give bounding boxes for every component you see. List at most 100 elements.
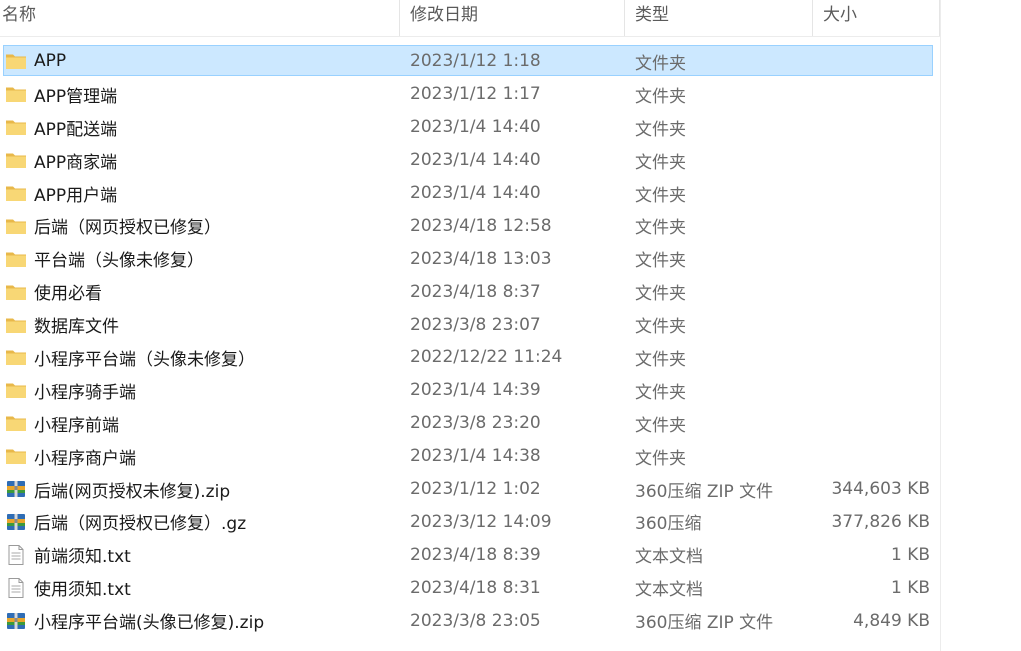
file-name: APP用户端 <box>34 185 118 206</box>
folder-icon <box>5 50 27 72</box>
file-date: 2023/1/4 14:40 <box>410 117 541 138</box>
file-row[interactable]: 小程序平台端(头像已修复).zip 2023/3/8 23:05 360压缩 ZIP… <box>0 604 940 637</box>
file-row[interactable]: 前端须知.txt 2023/4/18 8:39 文本文档 1 KB <box>0 538 940 571</box>
file-type: 文件夹 <box>635 448 686 469</box>
file-type: 文件夹 <box>635 53 686 74</box>
file-name-cell[interactable]: 小程序商户端 <box>0 444 400 469</box>
file-date: 2023/4/18 13:03 <box>410 248 552 269</box>
file-row[interactable]: 后端(网页授权未修复).zip 2023/1/12 1:02 360压缩 ZIP 文… <box>0 473 940 506</box>
file-name-cell[interactable]: 小程序平台端（头像未修复） <box>0 345 400 370</box>
file-row[interactable]: 后端（网页授权已修复）.gz 2023/3/12 14:09 360压缩 377,82… <box>0 505 940 538</box>
file-date: 2023/1/4 14:38 <box>410 446 541 467</box>
folder-icon <box>5 116 27 138</box>
file-row[interactable]: 使用须知.txt 2023/4/18 8:31 文本文档 1 KB <box>0 571 940 604</box>
file-type: 文件夹 <box>635 284 686 305</box>
file-name-cell[interactable]: 小程序平台端(头像已修复).zip <box>0 608 400 633</box>
file-row[interactable]: APP商家端 2023/1/4 14:40 文件夹 <box>0 144 940 177</box>
file-type: 360压缩 ZIP 文件 <box>635 481 774 502</box>
column-header: 名称 修改日期 类型 大小 <box>0 0 940 37</box>
file-date: 2023/4/18 8:37 <box>410 281 541 302</box>
file-row[interactable]: APP配送端 2023/1/4 14:40 文件夹 <box>0 111 940 144</box>
file-name: 后端（网页授权已修复）.gz <box>34 514 247 535</box>
file-type: 文件夹 <box>635 218 686 239</box>
file-row[interactable]: 小程序前端 2023/3/8 23:20 文件夹 <box>0 407 940 440</box>
file-row[interactable]: 小程序平台端（头像未修复） 2022/12/22 11:24 文件夹 <box>0 341 940 374</box>
text-file-icon <box>5 577 27 599</box>
file-name: 使用须知.txt <box>34 580 131 601</box>
column-header-size[interactable]: 大小 <box>813 0 940 36</box>
file-name-cell[interactable]: 平台端（头像未修复） <box>0 246 400 271</box>
file-name: 使用必看 <box>34 284 102 305</box>
file-date: 2023/1/4 14:39 <box>410 380 541 401</box>
file-name-cell[interactable]: 后端(网页授权未修复).zip <box>0 477 400 502</box>
file-name-cell[interactable]: APP <box>0 50 400 72</box>
file-date: 2023/1/4 14:40 <box>410 183 541 203</box>
folder-icon <box>5 346 27 368</box>
file-row[interactable]: 后端（网页授权已修复） 2023/4/18 12:58 文件夹 <box>0 209 940 242</box>
file-size: 1 KB <box>890 544 930 565</box>
file-type: 360压缩 ZIP 文件 <box>635 613 774 634</box>
file-size: 377,826 KB <box>831 511 930 532</box>
folder-icon <box>5 215 27 237</box>
folder-icon <box>5 379 27 401</box>
file-name: 小程序平台端(头像已修复).zip <box>34 613 265 634</box>
file-name: 小程序平台端（头像未修复） <box>34 349 255 370</box>
file-row[interactable]: 小程序骑手端 2023/1/4 14:39 文件夹 <box>0 374 940 407</box>
folder-icon <box>5 182 27 204</box>
archive-icon <box>5 610 27 632</box>
file-size: 4,849 KB <box>853 610 930 631</box>
file-name-cell[interactable]: 小程序前端 <box>0 411 400 436</box>
file-type: 文件夹 <box>635 415 686 436</box>
file-row[interactable]: APP用户端 2023/1/4 14:40 文件夹 <box>0 177 940 210</box>
file-type: 文件夹 <box>635 185 686 206</box>
column-header-date[interactable]: 修改日期 <box>400 0 625 36</box>
folder-icon <box>5 149 27 171</box>
file-name: 后端（网页授权已修复） <box>34 218 221 239</box>
file-name-cell[interactable]: APP管理端 <box>0 82 400 107</box>
file-type: 文件夹 <box>635 119 686 140</box>
file-date: 2022/12/22 11:24 <box>410 347 563 368</box>
archive-icon <box>5 511 27 533</box>
file-name: 小程序前端 <box>34 415 119 436</box>
file-name-cell[interactable]: 使用必看 <box>0 279 400 304</box>
archive-icon <box>5 478 27 500</box>
file-name-cell[interactable]: 使用须知.txt <box>0 575 400 600</box>
file-name: APP <box>34 51 67 72</box>
file-date: 2023/4/18 12:58 <box>410 215 552 236</box>
file-type: 文件夹 <box>635 317 686 338</box>
folder-icon <box>5 248 27 270</box>
file-row[interactable]: 平台端（头像未修复） 2023/4/18 13:03 文件夹 <box>0 242 940 275</box>
folder-icon <box>5 445 27 467</box>
file-row[interactable]: 小程序商户端 2023/1/4 14:38 文件夹 <box>0 440 940 473</box>
file-name: 小程序商户端 <box>34 448 136 469</box>
file-row[interactable]: 使用必看 2023/4/18 8:37 文件夹 <box>0 275 940 308</box>
file-type: 360压缩 <box>635 514 702 535</box>
column-header-name[interactable]: 名称 <box>0 0 400 36</box>
file-name-cell[interactable]: 后端（网页授权已修复） <box>0 213 400 238</box>
file-name-cell[interactable]: APP配送端 <box>0 115 400 140</box>
column-header-type[interactable]: 类型 <box>625 0 813 36</box>
file-name: APP商家端 <box>34 152 118 173</box>
pane-divider <box>940 0 941 651</box>
file-date: 2023/1/12 1:18 <box>410 51 541 72</box>
file-name-cell[interactable]: APP用户端 <box>0 181 400 206</box>
file-name: 前端须知.txt <box>34 547 131 568</box>
file-date: 2023/1/12 1:17 <box>410 84 541 105</box>
file-date: 2023/3/8 23:07 <box>410 314 541 335</box>
file-row[interactable]: APP管理端 2023/1/12 1:17 文件夹 <box>0 78 940 111</box>
file-row[interactable]: APP 2023/1/12 1:18 文件夹 <box>0 45 940 78</box>
file-type: 文本文档 <box>635 547 703 568</box>
file-name-cell[interactable]: 小程序骑手端 <box>0 378 400 403</box>
file-list: APP 2023/1/12 1:18 文件夹 APP管理端 2023/1/12 1:17… <box>0 45 940 637</box>
file-name-cell[interactable]: 数据库文件 <box>0 312 400 337</box>
file-type: 文件夹 <box>635 152 686 173</box>
file-name-cell[interactable]: 后端（网页授权已修复）.gz <box>0 509 400 534</box>
file-date: 2023/3/8 23:20 <box>410 413 541 434</box>
folder-icon <box>5 314 27 336</box>
file-size: 1 KB <box>890 577 930 598</box>
file-row[interactable]: 数据库文件 2023/3/8 23:07 文件夹 <box>0 308 940 341</box>
file-name: APP配送端 <box>34 119 118 140</box>
file-name-cell[interactable]: 前端须知.txt <box>0 542 400 567</box>
file-type: 文件夹 <box>635 382 686 403</box>
file-name-cell[interactable]: APP商家端 <box>0 148 400 173</box>
